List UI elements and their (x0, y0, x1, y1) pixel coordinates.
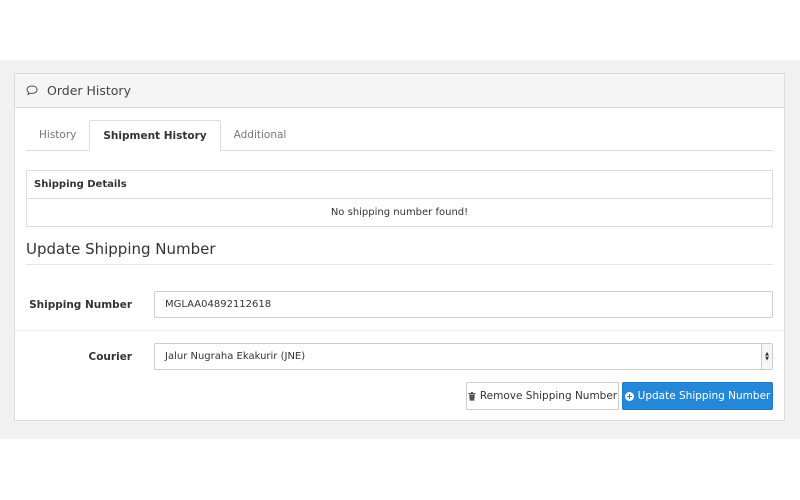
panel-title: Order History (47, 83, 131, 98)
tab-bar: History Shipment History Additional (26, 120, 773, 152)
section-title: Update Shipping Number (26, 240, 773, 265)
panel-heading: Order History (15, 74, 784, 108)
tab-history[interactable]: History (26, 120, 89, 151)
select-arrows-icon[interactable]: ▲ ▼ (761, 344, 772, 369)
table-header: Shipping Details (27, 171, 772, 199)
tab-shipment-history[interactable]: Shipment History (89, 120, 221, 152)
plus-circle-icon (624, 391, 634, 401)
remove-button-label: Remove Shipping Number (479, 390, 618, 402)
shipping-number-row: Shipping Number MGLAA04892112618 (15, 282, 784, 331)
update-button-label: Update Shipping Number (637, 390, 771, 402)
courier-row: Courier Jalur Nugraha Ekakurir (JNE) ▲ ▼ (15, 332, 784, 379)
trash-icon (468, 391, 476, 401)
courier-selected-value: Jalur Nugraha Ekakurir (JNE) (165, 351, 306, 362)
empty-message: No shipping number found! (330, 207, 469, 218)
shipping-details-table: Shipping Details No shipping number foun… (26, 170, 773, 227)
update-shipping-number-button[interactable]: Update Shipping Number (622, 382, 773, 410)
remove-shipping-number-button[interactable]: Remove Shipping Number (466, 382, 619, 410)
courier-select[interactable]: Jalur Nugraha Ekakurir (JNE) ▲ ▼ (154, 343, 773, 370)
tab-additional[interactable]: Additional (221, 120, 300, 151)
shipping-number-label: Shipping Number (29, 299, 132, 311)
courier-label: Courier (88, 351, 132, 363)
shipping-number-input[interactable]: MGLAA04892112618 (154, 291, 773, 318)
comment-icon (26, 84, 40, 98)
order-history-panel: Order History History Shipment History A… (14, 73, 785, 421)
